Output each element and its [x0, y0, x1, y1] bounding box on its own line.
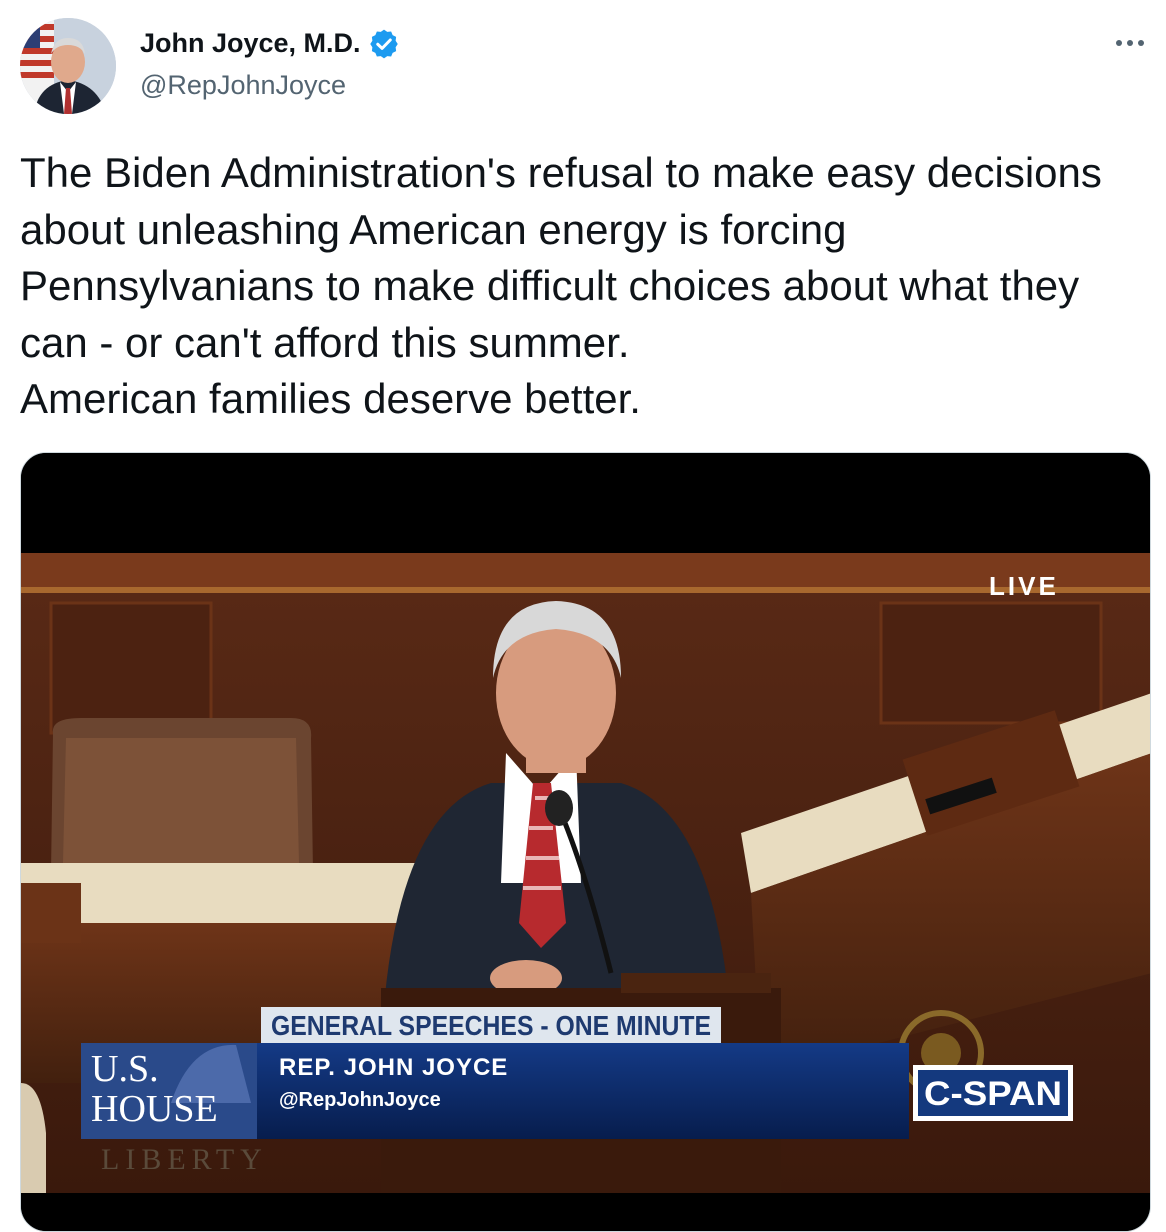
author-handle[interactable]: @RepJohnJoyce: [140, 70, 346, 101]
avatar[interactable]: [20, 18, 116, 114]
verified-badge-icon: [369, 29, 399, 59]
live-label: LIVE: [989, 571, 1059, 601]
house-logo-line2: HOUSE: [91, 1088, 218, 1130]
speaker-handle: @RepJohnJoyce: [279, 1089, 441, 1111]
banner-title: GENERAL SPEECHES - ONE MINUTE: [271, 1010, 711, 1041]
profile-photo: [20, 18, 116, 114]
background-inscription: LIBERTY: [101, 1143, 268, 1176]
speaker-name: REP. JOHN JOYCE: [279, 1054, 508, 1081]
more-options-icon[interactable]: [1110, 28, 1150, 58]
display-name[interactable]: John Joyce, M.D.: [140, 28, 361, 59]
tweet-text: The Biden Administration's refusal to ma…: [20, 149, 1102, 422]
video-frame: LIVE GENERAL SPEECHES - ONE MINUTE REP. …: [21, 453, 1150, 1231]
house-logo-line1: U.S.: [91, 1048, 159, 1090]
cspan-logo: C-SPAN: [924, 1075, 1062, 1113]
video-player[interactable]: LIVE GENERAL SPEECHES - ONE MINUTE REP. …: [20, 452, 1151, 1232]
